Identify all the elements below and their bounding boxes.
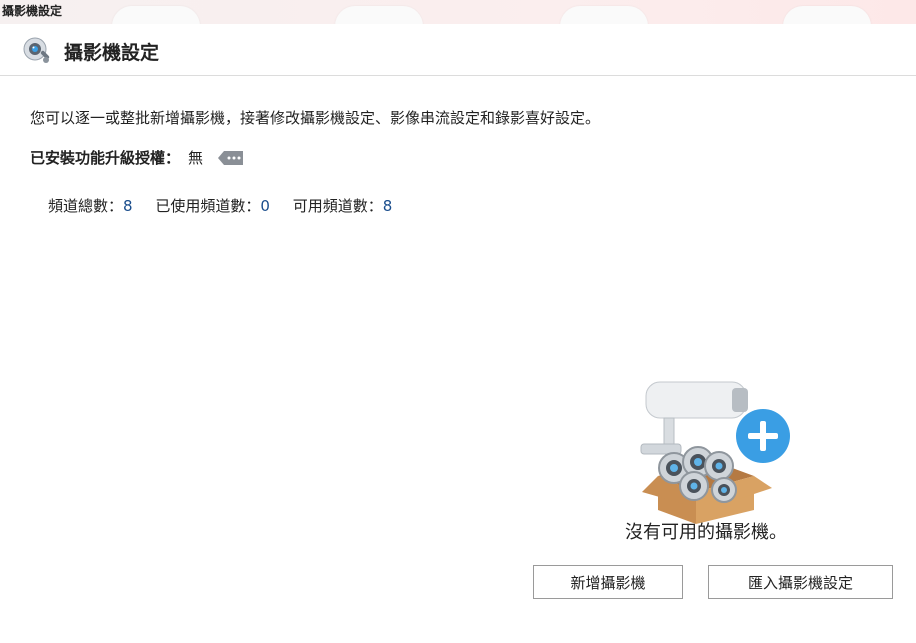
page-title: 攝影機設定	[64, 42, 160, 64]
used-channels-label: 已使用頻道數：	[155, 197, 261, 215]
used-channels-value: 0	[260, 197, 270, 215]
available-channels-label: 可用頻道數：	[292, 197, 383, 215]
total-channels-label: 頻道總數：	[48, 197, 124, 215]
channel-stats: 頻道總數：8 已使用頻道數：0 可用頻道數：8	[48, 195, 410, 216]
panel-header: 攝影機設定	[0, 24, 916, 76]
license-tag-icon[interactable]	[217, 149, 245, 167]
description-text: 您可以逐一或整批新增攝影機，接著修改攝影機設定、影像串流設定和錄影喜好設定。	[30, 109, 601, 127]
add-camera-button[interactable]: 新增攝影機	[533, 565, 683, 599]
available-channels-value: 8	[382, 197, 393, 215]
license-row: 已安裝功能升級授權： 無	[30, 147, 245, 168]
background-strip: 攝影機設定	[0, 0, 916, 46]
camera-settings-panel: 攝影機設定 您可以逐一或整批新增攝影機，接著修改攝影機設定、影像串流設定和錄影喜…	[0, 24, 916, 643]
cameras-box-add-icon	[640, 381, 790, 524]
window-title: 攝影機設定	[2, 4, 63, 18]
camera-settings-icon	[23, 37, 50, 63]
license-label: 已安裝功能升級授權：	[30, 149, 181, 167]
import-camera-settings-button[interactable]: 匯入攝影機設定	[708, 565, 893, 599]
total-channels-value: 8	[123, 197, 133, 215]
license-value: 無	[188, 149, 204, 167]
empty-state-message: 沒有可用的攝影機。	[625, 522, 787, 543]
